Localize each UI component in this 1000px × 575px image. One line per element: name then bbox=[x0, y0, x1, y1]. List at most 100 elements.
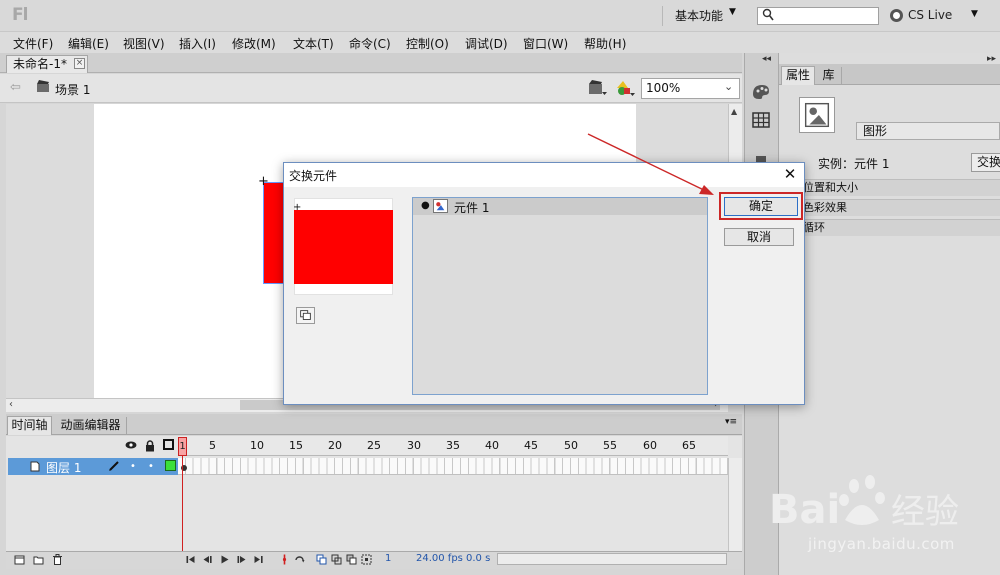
workspace-switcher[interactable]: 基本功能 bbox=[662, 6, 723, 26]
symbol-behavior-select[interactable]: 图形 bbox=[856, 122, 1000, 140]
graphic-symbol-icon bbox=[799, 97, 835, 133]
playhead-line bbox=[182, 456, 183, 552]
close-icon[interactable]: ✕ bbox=[782, 164, 798, 184]
panel-menu-icon[interactable]: ▾≡ bbox=[725, 417, 737, 427]
collapse-panel-icon[interactable]: ▸▸ bbox=[987, 54, 996, 64]
edit-scene-icon[interactable] bbox=[588, 79, 608, 97]
frame-number: 60 bbox=[643, 439, 657, 452]
chevron-down-icon[interactable]: ▼ bbox=[729, 7, 736, 17]
layer-lock-dot[interactable]: • bbox=[148, 461, 154, 472]
symbol-name[interactable]: 元件 1 bbox=[454, 199, 489, 216]
step-forward-icon[interactable] bbox=[236, 554, 247, 565]
scene-icon bbox=[37, 80, 49, 92]
cs-live-icon bbox=[890, 9, 903, 22]
align-grid-icon[interactable] bbox=[749, 109, 773, 131]
tab-properties[interactable]: 属性 bbox=[781, 66, 815, 85]
frame-number: 35 bbox=[446, 439, 460, 452]
symbol-preview-shape bbox=[294, 210, 393, 284]
onion-skin-icon[interactable] bbox=[316, 554, 327, 565]
scroll-left-icon[interactable]: ‹ bbox=[9, 399, 13, 410]
layer-visibility-dot[interactable]: • bbox=[130, 461, 136, 472]
center-frame-icon[interactable] bbox=[279, 554, 290, 565]
menu-view[interactable]: 视图(V) bbox=[123, 35, 165, 52]
frame-number: 5 bbox=[209, 439, 216, 452]
cs-live-label[interactable]: CS Live bbox=[908, 8, 952, 22]
menu-window[interactable]: 窗口(W) bbox=[523, 35, 568, 52]
menu-file[interactable]: 文件(F) bbox=[13, 35, 53, 52]
loop-icon[interactable] bbox=[294, 554, 305, 565]
tab-library[interactable]: 库 bbox=[816, 67, 842, 85]
current-frame-readout[interactable]: 1 bbox=[385, 553, 391, 564]
modify-markers-icon[interactable] bbox=[361, 554, 372, 565]
frame-number: 65 bbox=[682, 439, 696, 452]
search-input[interactable] bbox=[757, 7, 879, 25]
section-looping[interactable]: 循环 bbox=[779, 219, 1000, 236]
trash-icon[interactable] bbox=[52, 554, 63, 565]
layer-frames[interactable] bbox=[178, 458, 728, 475]
collapse-panel-icon[interactable]: ◂◂ bbox=[762, 54, 771, 64]
registration-point-icon: + bbox=[258, 174, 269, 189]
pencil-icon bbox=[109, 461, 119, 471]
dialog-title: 交换元件 bbox=[289, 169, 338, 183]
lock-icon[interactable] bbox=[145, 440, 155, 452]
timeline-horizontal-scrollbar[interactable] bbox=[497, 553, 727, 565]
layer-name[interactable]: 图层 1 bbox=[46, 459, 81, 476]
search-icon bbox=[762, 8, 774, 21]
ok-button[interactable]: 确定 bbox=[724, 197, 798, 216]
frame-number: 50 bbox=[564, 439, 578, 452]
onion-outline-icon[interactable] bbox=[331, 554, 342, 565]
chevron-down-icon[interactable]: ▼ bbox=[971, 9, 978, 19]
frame-number: 25 bbox=[367, 439, 381, 452]
timeline-vertical-scrollbar[interactable] bbox=[728, 458, 742, 554]
elapsed-time-readout: 0.0 s bbox=[466, 553, 491, 564]
duplicate-symbol-button[interactable] bbox=[296, 307, 315, 324]
section-position-size[interactable]: 位置和大小 bbox=[779, 179, 1000, 196]
svg-text:Bai: Bai bbox=[769, 487, 840, 533]
frame-number: 40 bbox=[485, 439, 499, 452]
frame-number: 45 bbox=[524, 439, 538, 452]
section-color-effect[interactable]: 色彩效果 bbox=[779, 199, 1000, 216]
symbol-list[interactable] bbox=[412, 197, 708, 395]
edit-multiple-frames-icon[interactable] bbox=[346, 554, 357, 565]
swap-button[interactable]: 交换 bbox=[971, 153, 1000, 172]
color-palette-icon[interactable] bbox=[749, 80, 773, 102]
playhead[interactable]: 1 bbox=[178, 437, 187, 456]
menu-modify[interactable]: 修改(M) bbox=[232, 35, 276, 52]
go-to-last-frame-icon[interactable] bbox=[253, 554, 264, 565]
frame-number: 30 bbox=[407, 439, 421, 452]
tab-timeline[interactable]: 时间轴 bbox=[7, 416, 52, 435]
close-icon[interactable]: × bbox=[74, 58, 85, 69]
tab-motion-editor[interactable]: 动画编辑器 bbox=[55, 417, 127, 435]
menu-control[interactable]: 控制(O) bbox=[406, 35, 449, 52]
back-arrow-icon[interactable]: ⇦ bbox=[10, 80, 21, 95]
menu-debug[interactable]: 调试(D) bbox=[465, 35, 508, 52]
graphic-symbol-icon bbox=[433, 199, 448, 213]
step-back-icon[interactable] bbox=[202, 554, 213, 565]
registration-point-icon: + bbox=[293, 202, 302, 213]
new-folder-icon[interactable] bbox=[33, 554, 44, 565]
menu-edit[interactable]: 编辑(E) bbox=[68, 35, 109, 52]
flash-logo-icon: Fl bbox=[12, 5, 28, 25]
new-layer-icon[interactable] bbox=[14, 554, 25, 565]
go-to-first-frame-icon[interactable] bbox=[185, 554, 196, 565]
frame-number: 10 bbox=[250, 439, 264, 452]
scroll-up-icon[interactable]: ▲ bbox=[731, 107, 737, 116]
menu-insert[interactable]: 插入(I) bbox=[179, 35, 216, 52]
menu-commands[interactable]: 命令(C) bbox=[349, 35, 391, 52]
frame-number: 15 bbox=[289, 439, 303, 452]
cancel-button[interactable]: 取消 bbox=[724, 228, 794, 246]
layer-outline-color[interactable] bbox=[165, 460, 176, 471]
layer-icon bbox=[30, 461, 40, 472]
frame-rate-readout[interactable]: 24.00 fps bbox=[416, 553, 463, 564]
eye-icon[interactable] bbox=[125, 439, 137, 451]
menu-text[interactable]: 文本(T) bbox=[293, 35, 334, 52]
menu-help[interactable]: 帮助(H) bbox=[584, 35, 626, 52]
chevron-down-icon[interactable]: ⌄ bbox=[724, 80, 733, 93]
play-icon[interactable] bbox=[219, 554, 230, 565]
svg-text:经验: 经验 bbox=[891, 492, 959, 532]
document-tab-bar bbox=[0, 53, 742, 73]
edit-symbol-icon[interactable] bbox=[614, 78, 636, 98]
outline-icon[interactable] bbox=[163, 439, 174, 450]
dialog-title-bar[interactable] bbox=[284, 163, 804, 187]
watermark-url: jingyan.baidu.com bbox=[808, 535, 955, 553]
